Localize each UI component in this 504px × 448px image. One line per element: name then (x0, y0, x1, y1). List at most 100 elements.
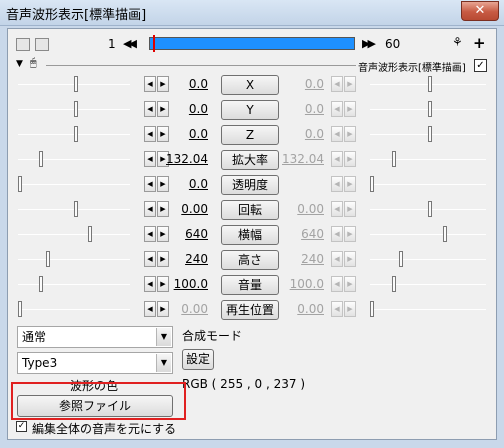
slider-thumb[interactable] (443, 226, 447, 242)
start-value[interactable]: 0.00 (162, 202, 208, 216)
start-slider[interactable] (18, 125, 130, 145)
slider-thumb[interactable] (370, 176, 374, 192)
slider-thumb[interactable] (428, 201, 432, 217)
end-slider[interactable] (370, 150, 486, 170)
end-decrement-button: ◀ (331, 176, 343, 192)
param-button[interactable]: Y (221, 100, 279, 120)
end-slider[interactable] (370, 100, 486, 120)
decrement-button[interactable]: ◀ (144, 226, 156, 242)
start-value[interactable]: 132.04 (162, 152, 208, 166)
param-button[interactable]: 回転 (221, 200, 279, 220)
end-decrement-button: ◀ (331, 226, 343, 242)
slider-thumb[interactable] (392, 151, 396, 167)
start-value[interactable]: 100.0 (162, 277, 208, 291)
start-value[interactable]: 0.0 (162, 77, 208, 91)
timeline-slider[interactable] (149, 35, 355, 52)
param-button[interactable]: 透明度 (221, 175, 279, 195)
start-slider[interactable] (18, 175, 130, 195)
slider-thumb[interactable] (428, 101, 432, 117)
end-slider[interactable] (370, 225, 486, 245)
end-decrement-button: ◀ (331, 76, 343, 92)
settings-button[interactable]: 設定 (182, 349, 214, 370)
chevron-down-icon[interactable]: ▼ (156, 328, 171, 346)
start-value[interactable]: 640 (162, 227, 208, 241)
slider-thumb[interactable] (39, 276, 43, 292)
slider-thumb[interactable] (88, 226, 92, 242)
end-increment-button: ▶ (344, 101, 356, 117)
decrement-button[interactable]: ◀ (144, 101, 156, 117)
mouse-icon[interactable]: 🖱 (30, 56, 37, 70)
param-button[interactable]: 高さ (221, 250, 279, 270)
start-value[interactable]: 0.00 (162, 302, 208, 316)
param-button[interactable]: Z (221, 125, 279, 145)
slider-thumb[interactable] (39, 151, 43, 167)
end-slider[interactable] (370, 250, 486, 270)
start-slider[interactable] (18, 200, 130, 220)
slider-thumb[interactable] (399, 251, 403, 267)
slider-thumb[interactable] (392, 276, 396, 292)
end-slider[interactable] (370, 175, 486, 195)
decrement-button[interactable]: ◀ (144, 176, 156, 192)
expand-icon[interactable]: ▼ (16, 59, 23, 69)
start-value[interactable]: 240 (162, 252, 208, 266)
decrement-button[interactable]: ◀ (144, 276, 156, 292)
start-value[interactable]: 0.0 (162, 102, 208, 116)
start-slider[interactable] (18, 100, 130, 120)
start-slider[interactable] (18, 250, 130, 270)
param-button[interactable]: 拡大率 (221, 150, 279, 170)
start-value[interactable]: 0.0 (162, 177, 208, 191)
end-slider[interactable] (370, 300, 486, 320)
end-slider[interactable] (370, 200, 486, 220)
slider-thumb[interactable] (74, 126, 78, 142)
slider-thumb[interactable] (428, 76, 432, 92)
param-button[interactable]: 横幅 (221, 225, 279, 245)
type-select[interactable]: Type3 ▼ (17, 352, 173, 374)
next-frame-button[interactable]: ▶▶ (362, 37, 376, 50)
prev-frame-button[interactable]: ◀◀ (123, 37, 137, 50)
start-value[interactable]: 0.0 (162, 127, 208, 141)
decrement-button[interactable]: ◀ (144, 76, 156, 92)
end-decrement-button: ◀ (331, 251, 343, 267)
timeline-cursor[interactable] (153, 35, 155, 52)
decrement-button[interactable]: ◀ (144, 251, 156, 267)
close-button[interactable]: ✕ (461, 1, 499, 21)
end-slider[interactable] (370, 75, 486, 95)
start-slider[interactable] (18, 150, 130, 170)
param-button[interactable]: X (221, 75, 279, 95)
end-increment-button: ▶ (344, 76, 356, 92)
param-button[interactable]: 音量 (221, 275, 279, 295)
end-slider[interactable] (370, 125, 486, 145)
plus-icon[interactable]: + (473, 34, 486, 52)
param-button[interactable]: 再生位置 (221, 300, 279, 320)
filter-enable-checkbox[interactable]: ✓ (474, 59, 487, 72)
reference-file-button[interactable]: 参照ファイル (17, 395, 173, 417)
start-slider[interactable] (18, 300, 130, 320)
slider-thumb[interactable] (46, 251, 50, 267)
slider-thumb[interactable] (370, 301, 374, 317)
scissors-icon[interactable]: ⚘ (452, 35, 463, 49)
camera-icon[interactable] (35, 38, 49, 51)
slider-thumb[interactable] (428, 126, 432, 142)
slider-track (370, 284, 486, 285)
decrement-button[interactable]: ◀ (144, 201, 156, 217)
slider-thumb[interactable] (74, 101, 78, 117)
whole-audio-checkbox[interactable]: ✓ (16, 421, 27, 432)
start-slider[interactable] (18, 225, 130, 245)
blend-mode-select[interactable]: 通常 ▼ (17, 326, 173, 348)
slider-thumb[interactable] (18, 301, 22, 317)
chevron-down-icon[interactable]: ▼ (156, 354, 171, 372)
start-slider[interactable] (18, 75, 130, 95)
slider-thumb[interactable] (74, 201, 78, 217)
wave-color-value[interactable]: RGB ( 255 , 0 , 237 ) (182, 377, 305, 391)
slider-thumb[interactable] (18, 176, 22, 192)
slider-thumb[interactable] (74, 76, 78, 92)
slider-track (18, 234, 130, 235)
frame-end: 60 (385, 37, 401, 51)
end-slider[interactable] (370, 275, 486, 295)
decrement-button[interactable]: ◀ (144, 126, 156, 142)
end-increment-button: ▶ (344, 251, 356, 267)
decrement-button[interactable]: ◀ (144, 301, 156, 317)
decrement-button[interactable]: ◀ (144, 151, 156, 167)
scene-icon[interactable] (16, 38, 30, 51)
start-slider[interactable] (18, 275, 130, 295)
